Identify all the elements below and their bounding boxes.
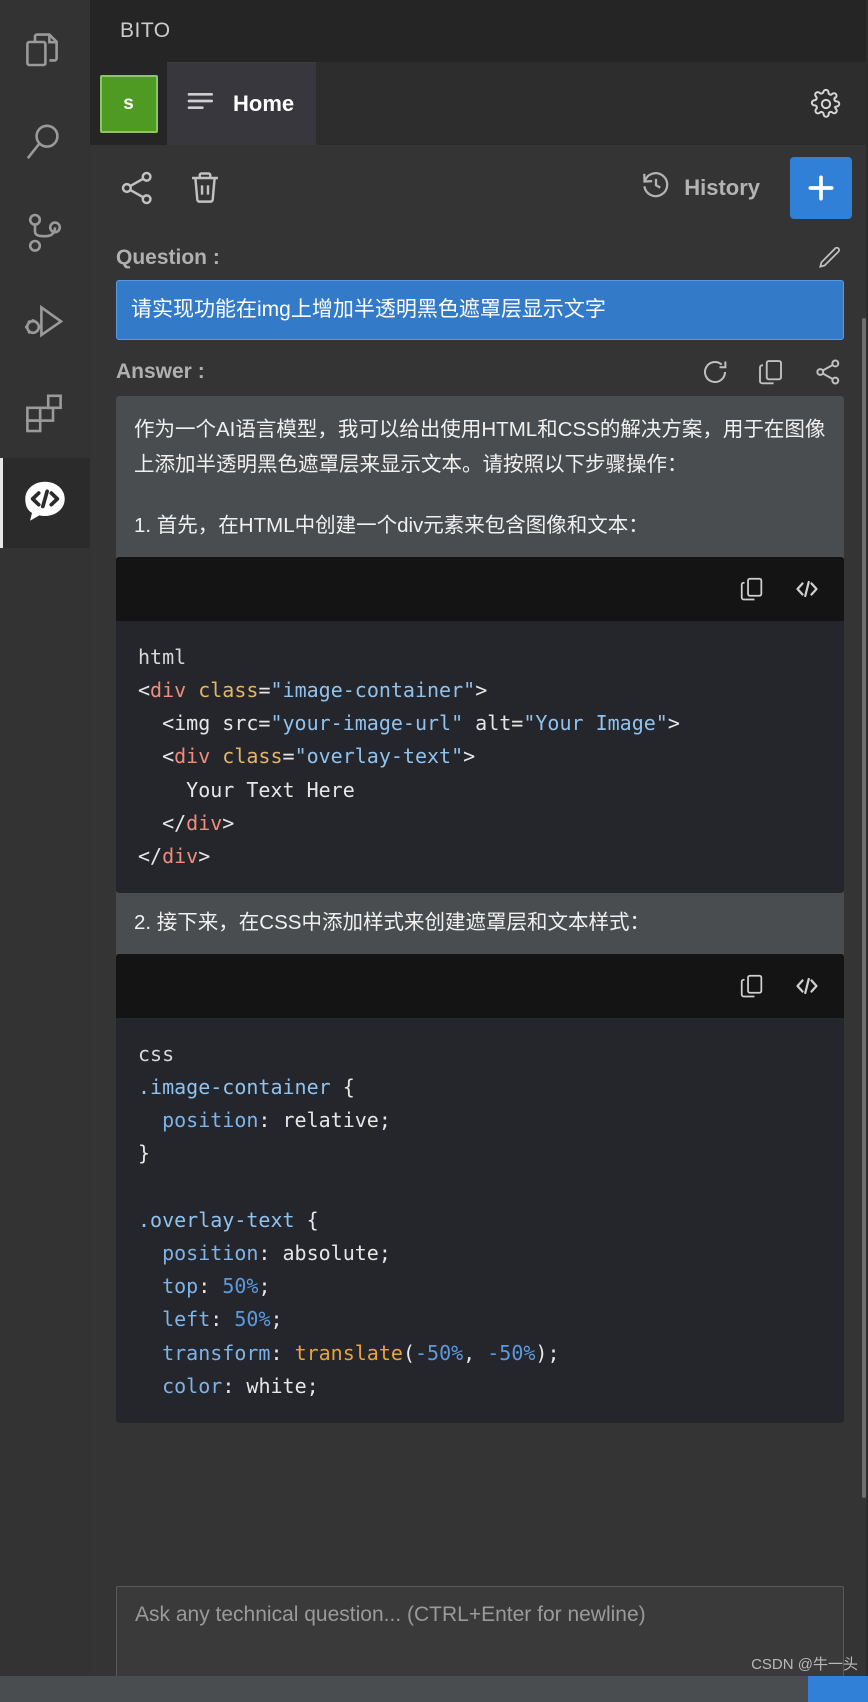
question-bubble: 请实现功能在img上增加半透明黑色遮罩层显示文字 — [116, 280, 844, 340]
sidebar-item-source-control[interactable] — [0, 188, 90, 278]
question-label: Question : — [116, 246, 220, 269]
status-bar-accent — [808, 1676, 868, 1702]
extensions-icon — [21, 389, 69, 437]
search-icon — [21, 119, 69, 167]
answer-step-1: 1. 首先，在HTML中创建一个div元素来包含图像和文本： — [134, 514, 649, 537]
tab-home[interactable]: Home — [167, 62, 317, 145]
answer-intro-text: 作为一个AI语言模型，我可以给出使用HTML和CSS的解决方案，用于在图像上添加… — [134, 417, 826, 476]
files-icon — [21, 29, 69, 77]
avatar: s — [99, 74, 158, 133]
bito-code-chat-icon — [19, 477, 71, 529]
workspace-avatar-wrap: s — [90, 62, 167, 145]
copy-icon[interactable] — [738, 575, 766, 603]
refresh-icon[interactable] — [700, 357, 730, 387]
answer-step-2: 2. 接下来，在CSS中添加样式来创建遮罩层和文本样式： — [134, 911, 650, 935]
code-content-html[interactable]: html <div class="image-container"> <img s… — [116, 621, 844, 893]
watermark: CSDN @牛一头 — [751, 1656, 858, 1673]
code-block-toolbar — [116, 953, 844, 1018]
gear-icon[interactable] — [810, 88, 842, 120]
sidebar-item-search[interactable] — [0, 98, 90, 188]
panel-title: BITO — [90, 0, 868, 62]
sidebar-item-run-and-debug[interactable] — [0, 278, 90, 368]
sidebar-item-bito[interactable] — [0, 458, 90, 548]
vscode-window: BITO s Home History Question: 请实现功能在img… — [0, 0, 868, 1702]
tab-strip-filler — [316, 62, 868, 145]
copy-icon[interactable] — [738, 972, 766, 1000]
code-content-css[interactable]: css .image-container { position: relative… — [116, 1018, 844, 1423]
status-bar — [0, 1676, 868, 1702]
answer-label: Answer : — [116, 359, 205, 383]
code-insert-icon[interactable] — [792, 574, 822, 604]
run-debug-icon — [21, 299, 69, 347]
code-insert-icon[interactable] — [792, 971, 822, 1001]
trash-icon[interactable] — [184, 167, 226, 209]
share-icon[interactable] — [116, 167, 158, 209]
tab-strip: s Home — [90, 62, 868, 145]
answer-bubble: 作为一个AI语言模型，我可以给出使用HTML和CSS的解决方案，用于在图像上添加… — [116, 395, 844, 1423]
pencil-icon[interactable] — [816, 244, 844, 272]
share-icon[interactable] — [812, 356, 844, 388]
menu-lines-icon — [185, 85, 217, 123]
bito-panel: BITO s Home History Question: 请实现功能在img… — [90, 0, 868, 1702]
code-block-toolbar — [116, 556, 844, 621]
tab-home-label: Home — [233, 91, 295, 116]
source-control-icon — [21, 209, 69, 257]
history-button[interactable]: History — [640, 169, 760, 207]
code-block-html: html <div class="image-container"> <img s… — [116, 556, 844, 894]
answer-header: Answer : — [116, 340, 844, 396]
history-label: History — [684, 174, 760, 200]
chat-scroll-area[interactable]: Question : 请实现功能在img上增加半透明黑色遮罩层显示文字 Answ… — [90, 230, 868, 1572]
answer-actions — [700, 356, 844, 388]
question-header: Question : — [116, 230, 844, 280]
sidebar-item-extensions[interactable] — [0, 368, 90, 458]
copy-icon[interactable] — [756, 357, 786, 387]
code-block-css: css .image-container { position: relative… — [116, 953, 844, 1423]
question-input-placeholder: Ask any technical question... (CTRL+Ente… — [135, 1603, 646, 1626]
chat-action-bar: History — [90, 145, 868, 230]
history-clock-icon — [640, 169, 672, 207]
activity-bar — [0, 0, 90, 1702]
sidebar-item-explorer[interactable] — [0, 8, 90, 98]
new-chat-button[interactable] — [790, 156, 852, 219]
